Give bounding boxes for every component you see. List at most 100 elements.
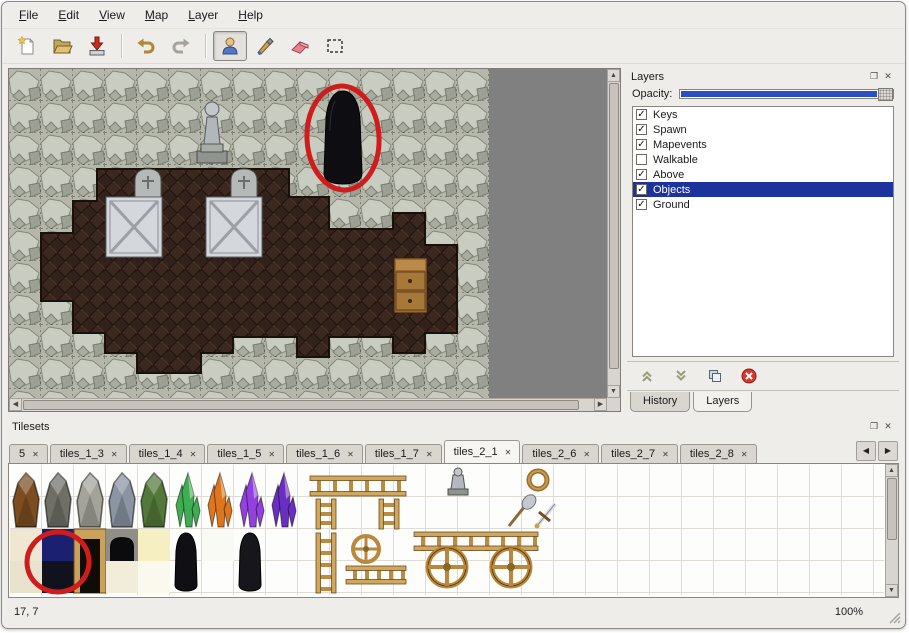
tab-close-icon[interactable]: ✕ [346, 449, 355, 460]
opacity-row: Opacity: [627, 85, 899, 102]
tab-close-icon[interactable]: ✕ [425, 449, 434, 460]
map-canvas[interactable] [9, 69, 607, 398]
float-panel-icon[interactable]: ❐ [867, 70, 881, 83]
layer-checkbox[interactable] [636, 154, 647, 165]
delete-icon [740, 367, 758, 385]
tileset-tab[interactable]: tiles_1_3 ✕ [50, 444, 127, 463]
scroll-left-button[interactable]: ◀ [9, 398, 22, 411]
tab-scroll-left-button[interactable]: ◀ [856, 441, 876, 461]
tab-close-icon[interactable]: ✕ [31, 449, 40, 460]
layer-row-ground[interactable]: ✓ Ground [633, 197, 893, 212]
scroll-right-button[interactable]: ▶ [594, 398, 607, 411]
scroll-down-button[interactable]: ▼ [885, 584, 898, 597]
redo-button[interactable] [164, 31, 198, 61]
layer-row-walkable[interactable]: Walkable [633, 152, 893, 167]
chevrons-up-icon [638, 367, 656, 385]
tileset-vertical-scrollbar[interactable]: ▲ ▼ [885, 464, 898, 597]
layer-row-keys[interactable]: ✓ Keys [633, 107, 893, 122]
save-map-button[interactable] [80, 31, 114, 61]
tab-label: tiles_1_7 [375, 448, 419, 460]
cabinet [394, 258, 427, 313]
tileset-tab[interactable]: tiles_2_6 ✕ [522, 444, 599, 463]
close-panel-icon[interactable]: ✕ [881, 70, 895, 83]
tileset-tab[interactable]: tiles_1_5 ✕ [207, 444, 284, 463]
person-stamp-icon [219, 35, 241, 57]
tab-close-icon[interactable]: ✕ [267, 449, 276, 460]
close-panel-icon[interactable]: ✕ [881, 420, 895, 433]
layer-label: Spawn [653, 124, 687, 136]
menu-file[interactable]: File [10, 6, 47, 28]
layer-toolbar [627, 361, 899, 391]
tileset-tab[interactable]: tiles_2_8 ✕ [680, 444, 757, 463]
stamp-tool-button[interactable] [213, 31, 247, 61]
tileset-tab[interactable]: tiles_1_4 ✕ [129, 444, 206, 463]
scrollbar-thumb[interactable] [23, 400, 579, 410]
tilesets-panel-title: Tilesets [12, 421, 867, 433]
tileset-tab-active[interactable]: tiles_2_1 ✕ [444, 440, 521, 463]
tileset-tab[interactable]: tiles_1_6 ✕ [286, 444, 363, 463]
layer-row-objects[interactable]: ✓ Objects [633, 182, 893, 197]
layer-label: Walkable [653, 154, 698, 166]
tab-scroll-right-button[interactable]: ▶ [878, 441, 898, 461]
layers-panel-title: Layers [631, 71, 867, 83]
menu-edit[interactable]: Edit [49, 6, 88, 28]
crypt-door [206, 197, 262, 257]
menu-view[interactable]: View [90, 6, 134, 28]
tab-close-icon[interactable]: ✕ [504, 447, 513, 458]
scroll-down-button[interactable]: ▼ [607, 385, 620, 398]
resize-grip[interactable] [887, 610, 901, 624]
tab-label: tiles_2_1 [454, 446, 498, 458]
tab-close-icon[interactable]: ✕ [110, 449, 119, 460]
new-map-button[interactable] [10, 31, 44, 61]
cloaked-figure [324, 91, 362, 184]
menu-help[interactable]: Help [229, 6, 272, 28]
layer-checkbox[interactable]: ✓ [636, 109, 647, 120]
duplicate-layer-button[interactable] [703, 366, 727, 386]
rect-select-tool-button[interactable] [318, 31, 352, 61]
tileset-tab[interactable]: 5 ✕ [9, 444, 48, 463]
menu-map[interactable]: Map [136, 6, 177, 28]
fill-tool-button[interactable] [248, 31, 282, 61]
map-horizontal-scrollbar[interactable]: ◀ ▶ [9, 398, 607, 411]
opacity-slider[interactable] [679, 89, 894, 99]
layer-checkbox[interactable]: ✓ [636, 184, 647, 195]
float-panel-icon[interactable]: ❐ [867, 420, 881, 433]
scrollbar-thumb[interactable] [887, 478, 897, 540]
tab-close-icon[interactable]: ✕ [661, 449, 670, 460]
tab-history[interactable]: History [630, 392, 690, 412]
tileset-tab[interactable]: tiles_1_7 ✕ [365, 444, 442, 463]
opacity-slider-handle[interactable] [878, 88, 893, 101]
menu-layer[interactable]: Layer [179, 6, 227, 28]
layer-row-mapevents[interactable]: ✓ Mapevents [633, 137, 893, 152]
scroll-up-button[interactable]: ▲ [885, 464, 898, 477]
layer-checkbox[interactable]: ✓ [636, 169, 647, 180]
tab-layers[interactable]: Layers [693, 392, 752, 412]
tileset-canvas[interactable] [10, 465, 884, 595]
scrollbar-thumb[interactable] [609, 83, 619, 369]
tileset-viewport: ▲ ▼ [8, 463, 899, 598]
open-map-button[interactable] [45, 31, 79, 61]
delete-layer-button[interactable] [737, 366, 761, 386]
map-vertical-scrollbar[interactable]: ▲ ▼ [607, 69, 620, 398]
tab-label: tiles_1_6 [296, 448, 340, 460]
layer-row-above[interactable]: ✓ Above [633, 167, 893, 182]
layer-row-spawn[interactable]: ✓ Spawn [633, 122, 893, 137]
tileset-tab[interactable]: tiles_2_7 ✕ [601, 444, 678, 463]
status-bar: 17, 7 100% [2, 598, 905, 628]
scroll-up-button[interactable]: ▲ [607, 69, 620, 82]
tab-label: tiles_2_6 [532, 448, 576, 460]
lower-layer-button[interactable] [669, 366, 693, 386]
raise-layer-button[interactable] [635, 366, 659, 386]
layer-checkbox[interactable]: ✓ [636, 199, 647, 210]
layer-label: Above [653, 169, 684, 181]
tab-close-icon[interactable]: ✕ [582, 449, 591, 460]
eraser-tool-button[interactable] [283, 31, 317, 61]
tab-label: tiles_1_5 [217, 448, 261, 460]
layer-checkbox[interactable]: ✓ [636, 124, 647, 135]
layer-checkbox[interactable]: ✓ [636, 139, 647, 150]
undo-button[interactable] [129, 31, 163, 61]
tab-close-icon[interactable]: ✕ [740, 449, 749, 460]
chevrons-down-icon [672, 367, 690, 385]
cursor-coordinates: 17, 7 [14, 606, 74, 618]
tab-close-icon[interactable]: ✕ [189, 449, 198, 460]
